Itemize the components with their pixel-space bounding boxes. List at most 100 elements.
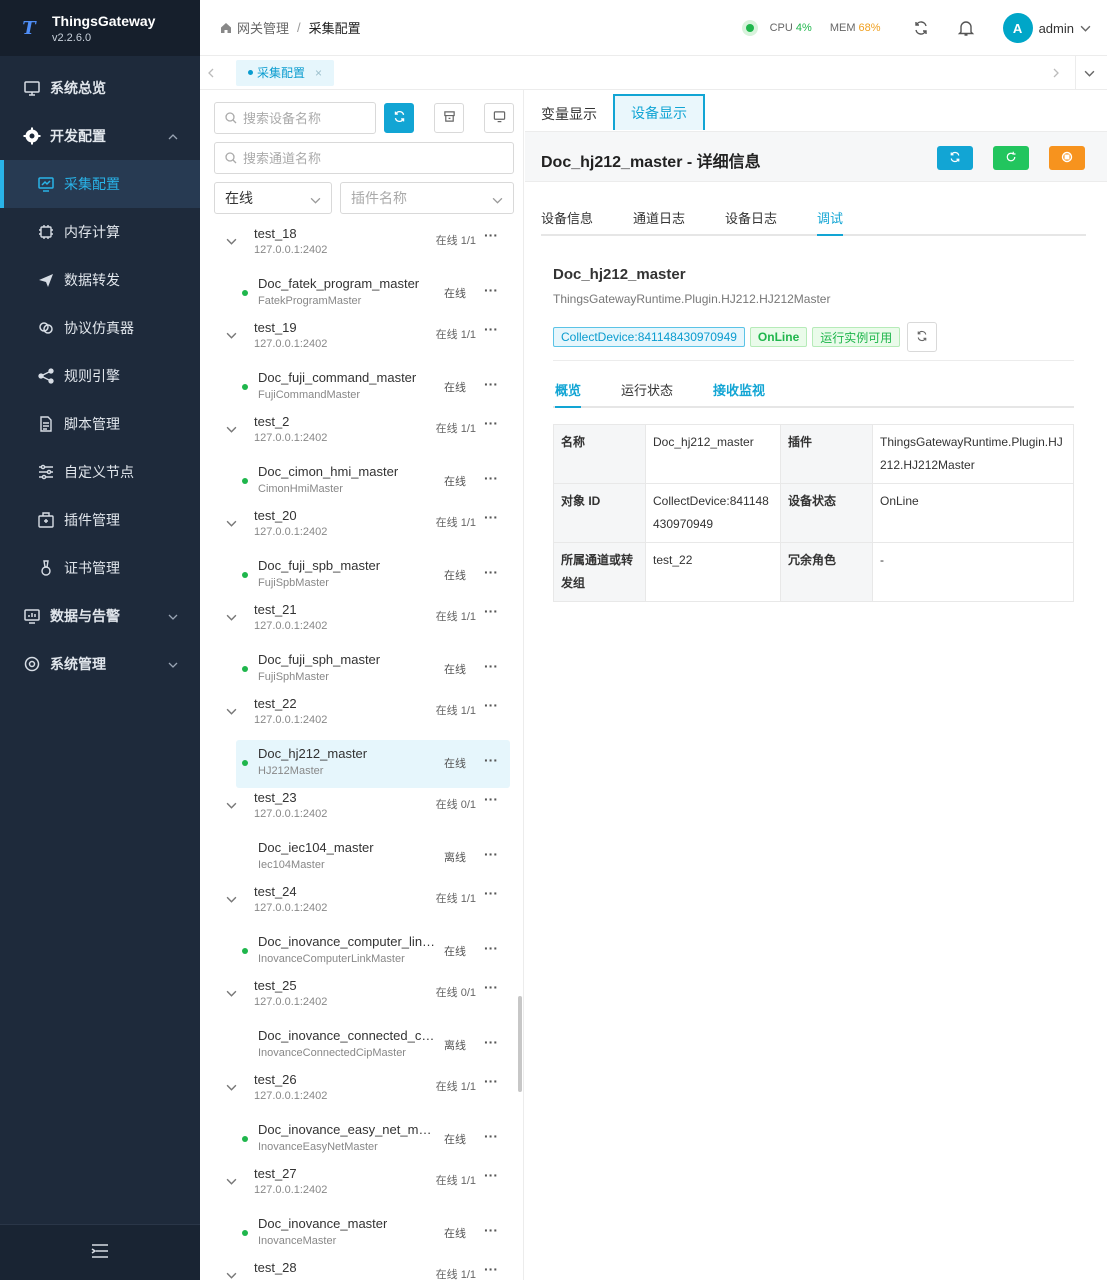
device-row[interactable]: Doc_cimon_hmi_master CimonHmiMaster 在线 ··· [212, 458, 512, 506]
chevron-down-icon[interactable] [226, 517, 237, 532]
tab-device-view[interactable]: 设备显示 [613, 94, 705, 130]
sidebar-item-memory-calc[interactable]: 内存计算 [0, 208, 200, 256]
sidebar-item-protocol-simulator[interactable]: 协议仿真器 [0, 304, 200, 352]
more-icon[interactable]: ··· [484, 376, 498, 392]
sidebar-item-system-manage[interactable]: 系统管理 [0, 640, 200, 688]
breadcrumb-root[interactable]: 网关管理 [237, 18, 289, 37]
more-icon[interactable]: ··· [484, 282, 498, 298]
device-row[interactable]: Doc_hj212_master HJ212Master 在线 ··· [236, 740, 510, 788]
tree-scrollbar[interactable] [518, 996, 522, 1092]
refresh-icon[interactable] [913, 20, 929, 36]
more-icon[interactable]: ··· [484, 603, 498, 619]
channel-group[interactable]: test_19 127.0.0.1:2402 在线 1/1 ··· [212, 318, 512, 364]
chevron-down-icon[interactable] [226, 611, 237, 626]
bell-icon[interactable] [957, 19, 975, 37]
channel-group[interactable]: test_28 在线 1/1 ··· [212, 1258, 512, 1280]
more-icon[interactable]: ··· [484, 791, 498, 807]
channel-group[interactable]: test_21 127.0.0.1:2402 在线 1/1 ··· [212, 600, 512, 646]
chevron-right-icon[interactable] [1045, 68, 1067, 78]
channel-search-field[interactable] [243, 150, 513, 166]
more-icon[interactable]: ··· [484, 658, 498, 674]
tab-channel-log[interactable]: 通道日志 [633, 208, 685, 227]
more-icon[interactable]: ··· [484, 1261, 498, 1277]
device-row[interactable]: Doc_fuji_command_master FujiCommandMaster… [212, 364, 512, 412]
sidebar-item-data-alarm[interactable]: 数据与告警 [0, 592, 200, 640]
more-icon[interactable]: ··· [484, 509, 498, 525]
sidebar-item-dev-config[interactable]: 开发配置 [0, 112, 200, 160]
store-button[interactable] [434, 103, 464, 133]
channel-group[interactable]: test_18 127.0.0.1:2402 在线 1/1 ··· [212, 224, 512, 270]
stop-button[interactable] [1049, 146, 1085, 170]
tab-device-info[interactable]: 设备信息 [541, 208, 593, 227]
refresh-detail-button[interactable] [937, 146, 973, 170]
more-icon[interactable]: ··· [484, 470, 498, 486]
chevron-down-icon[interactable] [226, 1269, 237, 1280]
sidebar-item-data-forward[interactable]: 数据转发 [0, 256, 200, 304]
more-icon[interactable]: ··· [484, 940, 498, 956]
channel-group[interactable]: test_27 127.0.0.1:2402 在线 1/1 ··· [212, 1164, 512, 1210]
channel-group[interactable]: test_20 127.0.0.1:2402 在线 1/1 ··· [212, 506, 512, 552]
chevron-down-icon[interactable] [226, 1081, 237, 1096]
sidebar-item-plugin-manage[interactable]: 插件管理 [0, 496, 200, 544]
device-row[interactable]: Doc_inovance_master InovanceMaster 在线 ··· [212, 1210, 512, 1258]
more-icon[interactable]: ··· [484, 1128, 498, 1144]
device-row[interactable]: Doc_inovance_easy_net_mast... InovanceEas… [212, 1116, 512, 1164]
status-select[interactable]: 在线 [214, 182, 332, 214]
device-search-input[interactable] [214, 102, 376, 134]
sidebar-item-cert-manage[interactable]: 证书管理 [0, 544, 200, 592]
chevron-down-icon[interactable] [226, 329, 237, 344]
plugin-select[interactable]: 插件名称 [340, 182, 514, 214]
more-icon[interactable]: ··· [484, 1222, 498, 1238]
chevron-down-icon[interactable] [226, 235, 237, 250]
sidebar-item-custom-node[interactable]: 自定义节点 [0, 448, 200, 496]
device-row[interactable]: Doc_iec104_master Iec104Master 离线 ··· [212, 834, 512, 882]
chevron-down-icon[interactable] [1084, 68, 1095, 79]
more-icon[interactable]: ··· [484, 1167, 498, 1183]
tab-variable-view[interactable]: 变量显示 [525, 96, 613, 132]
tab-receive-monitor[interactable]: 接收监视 [713, 380, 765, 399]
refresh-tree-button[interactable] [384, 103, 414, 133]
collapse-sidebar-button[interactable] [0, 1224, 200, 1280]
channel-group[interactable]: test_23 127.0.0.1:2402 在线 0/1 ··· [212, 788, 512, 834]
chevron-down-icon[interactable] [226, 799, 237, 814]
user-name[interactable]: admin [1039, 21, 1074, 36]
more-icon[interactable]: ··· [484, 752, 498, 768]
more-icon[interactable]: ··· [484, 697, 498, 713]
tab-debug[interactable]: 调试 [817, 208, 844, 236]
device-row[interactable]: Doc_fuji_spb_master FujiSpbMaster 在线 ··· [212, 552, 512, 600]
tab-collect-config[interactable]: 采集配置 × [236, 59, 335, 86]
more-icon[interactable]: ··· [484, 1034, 498, 1050]
device-search-field[interactable] [243, 110, 375, 126]
avatar[interactable]: A [1002, 13, 1033, 43]
more-icon[interactable]: ··· [484, 227, 498, 243]
channel-group[interactable]: test_2 127.0.0.1:2402 在线 1/1 ··· [212, 412, 512, 458]
channel-group[interactable]: test_22 127.0.0.1:2402 在线 1/1 ··· [212, 694, 512, 740]
chevron-down-icon[interactable] [226, 423, 237, 438]
sidebar-item-overview[interactable]: 系统总览 [0, 64, 200, 112]
device-row[interactable]: Doc_fuji_sph_master FujiSphMaster 在线 ··· [212, 646, 512, 694]
chevron-down-icon[interactable] [226, 1175, 237, 1190]
tab-device-log[interactable]: 设备日志 [725, 208, 777, 227]
channel-group[interactable]: test_26 127.0.0.1:2402 在线 1/1 ··· [212, 1070, 512, 1116]
more-icon[interactable]: ··· [484, 415, 498, 431]
sidebar-item-collect-config[interactable]: 采集配置 [0, 160, 200, 208]
more-icon[interactable]: ··· [484, 846, 498, 862]
chevron-down-icon[interactable] [226, 987, 237, 1002]
device-row[interactable]: Doc_inovance_computer_link... InovanceCom… [212, 928, 512, 976]
more-icon[interactable]: ··· [484, 1073, 498, 1089]
tab-overview[interactable]: 概览 [555, 380, 582, 408]
channel-group[interactable]: test_24 127.0.0.1:2402 在线 1/1 ··· [212, 882, 512, 928]
monitor-button[interactable] [484, 103, 514, 133]
chevron-left-icon[interactable] [200, 68, 222, 78]
refresh-status-button[interactable] [907, 322, 938, 352]
device-row[interactable]: Doc_fatek_program_master FatekProgramMast… [212, 270, 512, 318]
chevron-down-icon[interactable] [1080, 23, 1091, 34]
more-icon[interactable]: ··· [484, 979, 498, 995]
restart-button[interactable] [993, 146, 1029, 170]
chevron-down-icon[interactable] [226, 705, 237, 720]
more-icon[interactable]: ··· [484, 321, 498, 337]
close-icon[interactable]: × [315, 66, 322, 80]
more-icon[interactable]: ··· [484, 564, 498, 580]
device-row[interactable]: Doc_inovance_connected_cip... InovanceCon… [212, 1022, 512, 1070]
chevron-down-icon[interactable] [226, 893, 237, 908]
